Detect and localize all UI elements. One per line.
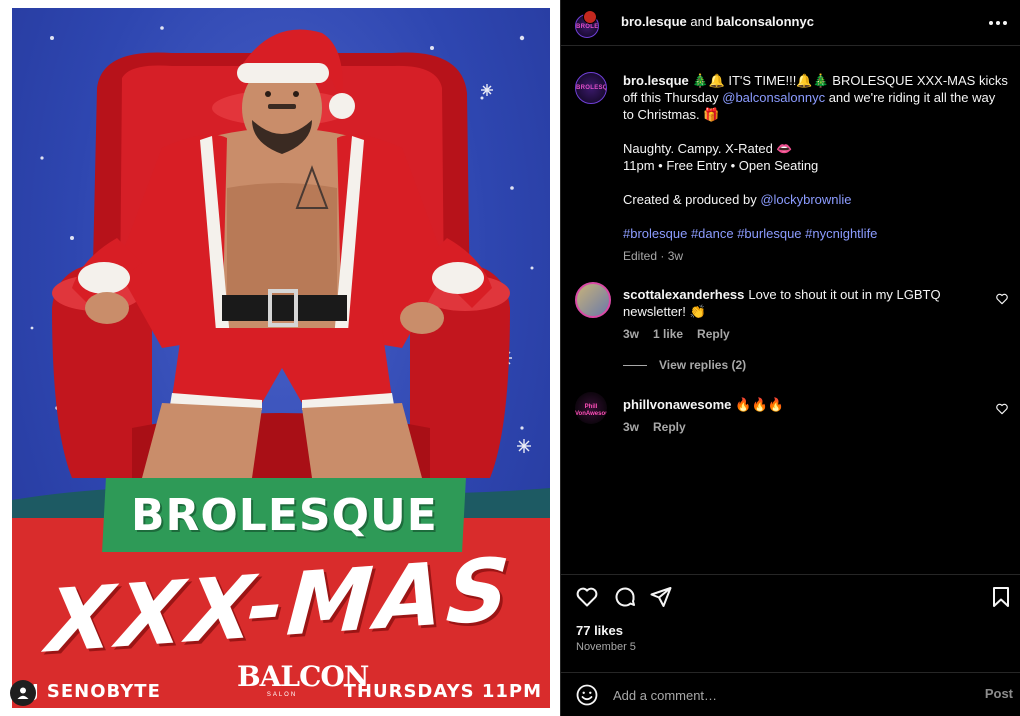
caption-avatar[interactable]: BROLESQUE: [575, 72, 607, 104]
heart-icon[interactable]: [995, 402, 1009, 416]
event-time: THURSDAYS 11PM: [343, 681, 542, 702]
post-action-bar: 77 likes November 5: [561, 574, 1020, 672]
post-detail-panel: BROLESQUE bro.lesque and balconsalonnyc …: [560, 0, 1020, 716]
comment-text: 🔥🔥🔥: [735, 397, 784, 412]
add-comment-input[interactable]: [613, 683, 953, 707]
caption-meta: Edited · 3w: [623, 249, 684, 263]
mention-lockybrownlie[interactable]: @lockybrownlie: [760, 192, 851, 207]
comment-bubble-icon[interactable]: [613, 585, 637, 609]
dj-credit: DJ SENOBYTE: [16, 681, 161, 702]
balcon-logo: BALCON SALON: [237, 660, 369, 706]
reply-button[interactable]: Reply: [697, 326, 730, 343]
comment-time[interactable]: 3w: [623, 326, 639, 343]
comment-composer: Post: [561, 672, 1020, 716]
post-date: November 5: [576, 641, 636, 653]
brolesque-title: BROLESQUE: [102, 478, 466, 552]
caption-username[interactable]: bro.lesque: [623, 73, 689, 88]
mention-balconsalonnyc[interactable]: @balconsalonnyc: [722, 90, 825, 105]
collaborator-username[interactable]: balconsalonnyc: [716, 14, 814, 29]
caption-paragraph-2: Naughty. Campy. X-Rated 👄 11pm • Free En…: [623, 141, 819, 173]
reply-button[interactable]: Reply: [653, 419, 686, 436]
caption-paragraph-1: bro.lesque 🎄🔔 IT'S TIME!!!🔔🎄 BROLESQUE X…: [623, 73, 1008, 122]
owner-and: and: [690, 14, 713, 29]
post-owners: bro.lesque and balconsalonnyc: [621, 14, 814, 29]
share-send-icon[interactable]: [649, 585, 673, 609]
view-replies-button[interactable]: View replies (2): [623, 358, 746, 372]
heart-icon[interactable]: [995, 292, 1009, 306]
caption-hashtags[interactable]: #brolesque #dance #burlesque #nycnightli…: [623, 225, 1009, 242]
emoji-icon[interactable]: [575, 683, 599, 707]
commenter-avatar[interactable]: [575, 282, 611, 318]
commenter-username[interactable]: phillvonawesome: [623, 397, 731, 412]
venue-name: BALCON: [237, 660, 369, 693]
tagged-people-button[interactable]: [10, 680, 36, 706]
comment-likes[interactable]: 1 like: [653, 326, 683, 343]
commenter-avatar[interactable]: Phill VonAwesome: [575, 392, 607, 424]
caption-paragraph-3: Created & produced by @lockybrownlie: [623, 192, 852, 207]
collaborator-avatar[interactable]: [583, 10, 597, 24]
bookmark-icon[interactable]: [989, 585, 1013, 609]
more-options-icon[interactable]: [987, 13, 1009, 33]
post-header: BROLESQUE bro.lesque and balconsalonnyc: [561, 0, 1020, 46]
post-media: BROLESQUE XXX-MAS DJ SENOBYTE BALCON SAL…: [0, 0, 560, 716]
commenter-username[interactable]: scottalexanderhess: [623, 287, 744, 302]
post-comment-button[interactable]: Post: [985, 686, 1013, 701]
comments-list[interactable]: BROLESQUE bro.lesque 🎄🔔 IT'S TIME!!!🔔🎄 B…: [561, 46, 1020, 574]
like-heart-icon[interactable]: [575, 585, 599, 609]
likes-count[interactable]: 77 likes: [576, 623, 623, 638]
event-poster-image[interactable]: BROLESQUE XXX-MAS DJ SENOBYTE BALCON SAL…: [12, 8, 550, 708]
owner-username[interactable]: bro.lesque: [621, 14, 687, 29]
comment-time[interactable]: 3w: [623, 419, 639, 436]
user-icon: [17, 687, 29, 699]
